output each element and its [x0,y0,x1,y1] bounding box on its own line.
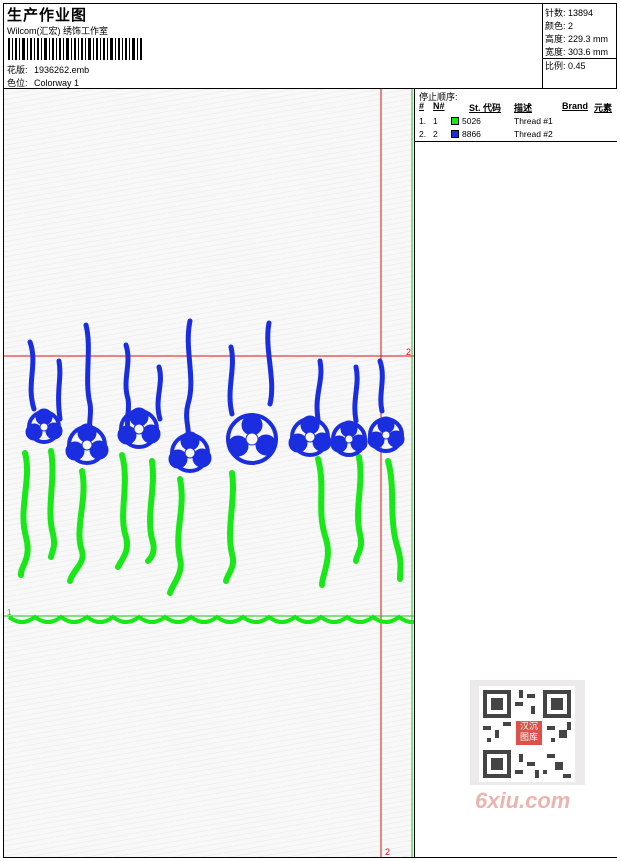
table-row: 2. 2 8866 Thread #2 [415,129,617,141]
col-needle: N# [433,101,445,111]
company-name: Wilcom(汇宏) 绣饰工作室 [7,26,108,36]
stats-panel: 针数: 13894 颜色: 2 高度: 229.3 mm 宽度: 303.6 m… [542,3,617,89]
worksheet-header: 生产作业图 Wilcom(汇宏) 绣饰工作室 花版: 1936262.emb 色… [3,3,617,89]
col-stitch-code: St. 代码 [469,103,502,113]
green-stems [18,448,404,596]
colorway-line: 色位: Colorway 1 [7,76,79,89]
bottom-guide-marker: 2 [385,847,390,857]
row-num: 2. [419,129,427,139]
design-scale: 比例: 0.45 [545,61,586,71]
blue-flower-band [25,407,405,473]
row-description: Thread #2 [514,129,553,139]
sequence-separator [415,141,617,142]
thread-swatch [451,117,459,125]
row-code: 8866 [462,129,481,139]
design-height: 高度: 229.3 mm [545,34,609,44]
col-description: 描述 [514,103,533,113]
design-canvas: 2 2 1 [4,89,414,857]
col-num: # [419,101,425,111]
top-guide-marker: 2 [406,347,411,357]
worksheet-title: 生产作业图 [7,7,88,24]
baseline-marker: 1 [7,608,12,617]
scallop-border [7,614,414,624]
sequence-table-header: # N# St. 代码 描述 Brand 元素 [415,100,617,114]
col-element: 元素 [594,103,613,113]
row-needle: 2 [433,129,438,139]
blue-stems [27,318,385,442]
watermark-text: 6xiu.com [475,788,571,813]
watermark-seal: 汉沉图库 [516,721,542,745]
row-needle: 1 [433,116,438,126]
colorway-name: Colorway 1 [34,78,80,88]
col-brand: Brand [562,101,589,111]
design-width: 宽度: 303.6 mm [545,47,609,57]
color-count: 颜色: 2 [545,21,574,31]
design-label: 花版: [7,65,28,75]
embroidery-preview: 2 2 1 [4,89,414,857]
row-code: 5026 [462,116,481,126]
table-row: 1. 1 5026 Thread #1 [415,116,617,128]
design-file: 1936262.emb [34,65,90,75]
stitch-count: 针数: 13894 [545,8,594,18]
row-num: 1. [419,116,427,126]
barcode [8,38,142,60]
colorway-label: 色位: [7,78,28,88]
row-description: Thread #1 [514,116,553,126]
design-line: 花版: 1936262.emb [7,63,89,76]
thread-swatch [451,130,459,138]
